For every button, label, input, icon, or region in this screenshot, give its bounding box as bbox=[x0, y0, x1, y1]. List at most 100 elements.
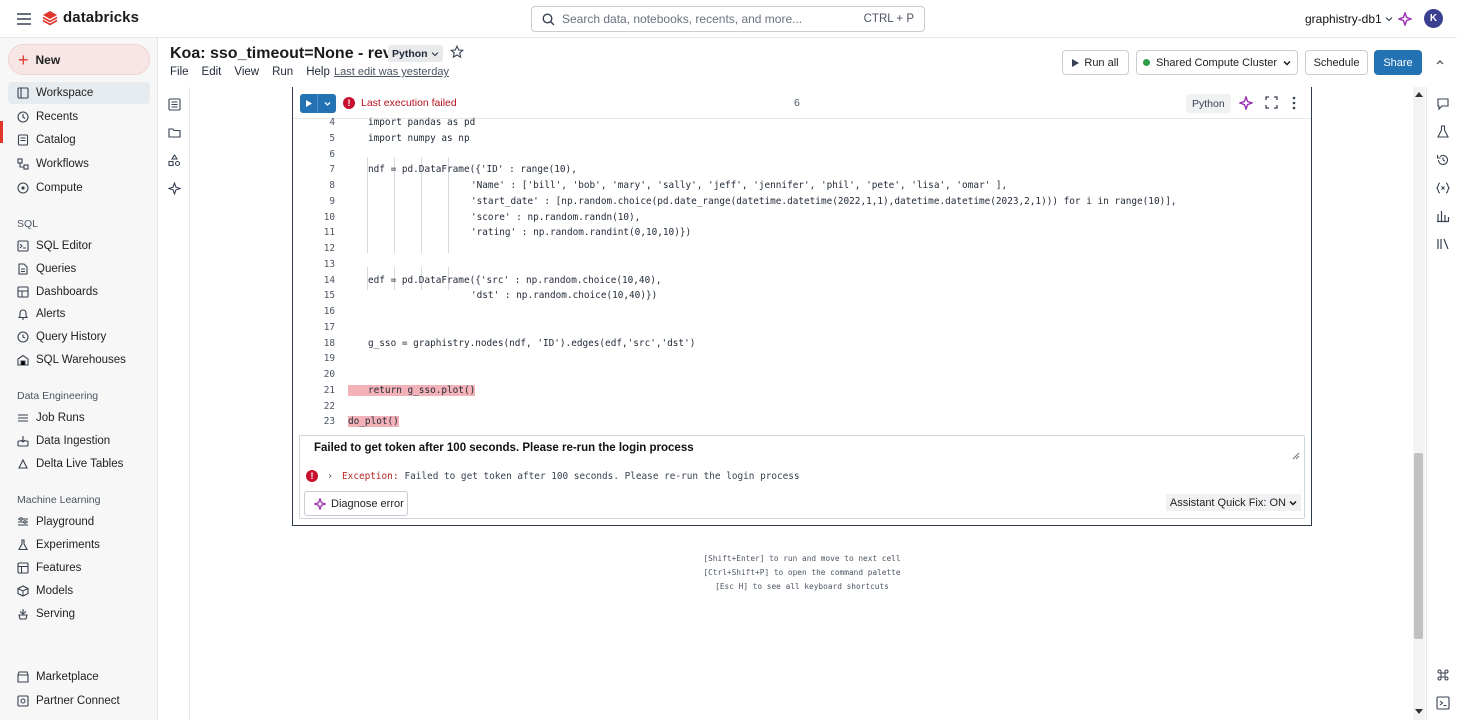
line-number: 13 bbox=[323, 259, 335, 270]
sidebar-item-serving[interactable]: Serving bbox=[8, 603, 150, 625]
sidebar-item-sql-warehouses[interactable]: SQL Warehouses bbox=[8, 349, 150, 371]
sidebar-item-delta-live-tables[interactable]: Delta Live Tables bbox=[8, 453, 150, 475]
chevron-down-icon bbox=[1385, 17, 1393, 22]
menu-edit[interactable]: Edit bbox=[202, 66, 222, 78]
notebook-cell[interactable]: ! Last execution failed 6 Python 4 5 6 7… bbox=[292, 87, 1312, 526]
more-options-icon[interactable] bbox=[1291, 96, 1297, 110]
sidebar-item-partner-connect[interactable]: Partner Connect bbox=[8, 690, 150, 712]
terminal-icon[interactable] bbox=[1436, 696, 1450, 710]
bell-icon bbox=[17, 309, 29, 320]
code-line-error-highlight: return g_sso.plot() bbox=[348, 385, 476, 396]
last-edit-link[interactable]: Last edit was yesterday bbox=[334, 66, 449, 78]
language-dropdown[interactable]: Python bbox=[388, 45, 443, 62]
sidebar-item-label: Compute bbox=[36, 182, 83, 194]
scroll-down-arrow[interactable] bbox=[1415, 709, 1423, 715]
cell-header: ! Last execution failed 6 Python bbox=[293, 87, 1311, 119]
run-all-label: Run all bbox=[1084, 56, 1119, 69]
sidebar-item-job-runs[interactable]: Job Runs bbox=[8, 407, 150, 429]
section-machine-learning: Machine Learning bbox=[17, 494, 101, 506]
new-button[interactable]: + New bbox=[8, 44, 150, 75]
workspace-switcher[interactable]: graphistry-db1 bbox=[1305, 12, 1393, 26]
menu-run[interactable]: Run bbox=[272, 66, 293, 78]
share-button[interactable]: Share bbox=[1374, 50, 1422, 75]
models-icon bbox=[17, 585, 29, 597]
sidebar-item-playground[interactable]: Playground bbox=[8, 511, 150, 533]
chevron-down-icon bbox=[1289, 500, 1297, 505]
experiment-flask-icon[interactable] bbox=[1436, 125, 1450, 139]
sidebar-item-compute[interactable]: Compute bbox=[8, 177, 150, 199]
resize-handle-icon[interactable] bbox=[1292, 452, 1300, 460]
language-label: Python bbox=[392, 47, 428, 60]
comments-icon[interactable] bbox=[1436, 97, 1450, 111]
menu-view[interactable]: View bbox=[234, 66, 259, 78]
expand-icon[interactable] bbox=[1265, 96, 1278, 109]
user-avatar[interactable]: K bbox=[1424, 9, 1443, 28]
section-data-engineering: Data Engineering bbox=[17, 390, 99, 402]
run-all-button[interactable]: Run all bbox=[1062, 50, 1129, 75]
error-icon: ! bbox=[306, 470, 318, 482]
dashboards-icon bbox=[17, 286, 29, 298]
revision-history-icon[interactable] bbox=[1436, 153, 1450, 167]
sidebar-item-experiments[interactable]: Experiments bbox=[8, 534, 150, 556]
schedule-button[interactable]: Schedule bbox=[1305, 50, 1368, 75]
run-options-dropdown[interactable] bbox=[318, 94, 336, 113]
keyboard-hints: [Shift+Enter] to run and move to next ce… bbox=[592, 552, 1012, 594]
sidebar-item-recents[interactable]: Recents bbox=[8, 106, 150, 128]
sidebar-item-workflows[interactable]: Workflows bbox=[8, 153, 150, 175]
chevron-up-icon[interactable] bbox=[1435, 58, 1445, 66]
line-number: 21 bbox=[323, 385, 335, 396]
search-bar[interactable]: Search data, notebooks, recents, and mor… bbox=[531, 6, 925, 32]
sidebar-item-marketplace[interactable]: Marketplace bbox=[8, 666, 150, 688]
assistant-quick-fix-dropdown[interactable]: Assistant Quick Fix: ON bbox=[1165, 494, 1301, 511]
sidebar-item-label: Experiments bbox=[36, 539, 100, 551]
variables-icon[interactable] bbox=[1436, 181, 1450, 195]
exception-row[interactable]: ! › Exception: Failed to get token after… bbox=[306, 470, 800, 482]
menu-file[interactable]: File bbox=[170, 66, 189, 78]
sidebar-item-dashboards[interactable]: Dashboards bbox=[8, 281, 150, 303]
hint-line: [Shift+Enter] to run and move to next ce… bbox=[703, 554, 901, 563]
assistant-sparkle-icon[interactable] bbox=[1239, 96, 1253, 110]
error-icon: ! bbox=[343, 97, 355, 109]
error-title: Failed to get token after 100 seconds. P… bbox=[314, 442, 694, 454]
menu-help[interactable]: Help bbox=[306, 66, 330, 78]
sidebar-item-models[interactable]: Models bbox=[8, 580, 150, 602]
line-number: 22 bbox=[323, 401, 335, 412]
assistant-icon[interactable] bbox=[168, 182, 181, 195]
sidebar-item-queries[interactable]: Queries bbox=[8, 258, 150, 280]
scroll-up-arrow[interactable] bbox=[1415, 91, 1423, 97]
table-of-contents-icon[interactable] bbox=[168, 98, 181, 111]
sidebar-item-label: SQL Warehouses bbox=[36, 354, 126, 366]
sidebar-item-query-history[interactable]: Query History bbox=[8, 326, 150, 348]
sidebar-item-label: SQL Editor bbox=[36, 240, 92, 252]
quick-fix-label: Assistant Quick Fix: ON bbox=[1169, 496, 1286, 509]
job-runs-icon bbox=[18, 414, 28, 422]
keyboard-shortcuts-icon[interactable] bbox=[1436, 668, 1450, 682]
scrollbar-thumb[interactable] bbox=[1414, 453, 1423, 639]
cell-language-tag[interactable]: Python bbox=[1186, 94, 1231, 113]
chevron-right-icon[interactable]: › bbox=[327, 471, 333, 482]
libraries-icon[interactable] bbox=[1436, 237, 1450, 251]
menu-icon[interactable] bbox=[16, 11, 32, 27]
run-cell-button[interactable] bbox=[300, 94, 336, 113]
section-sql: SQL bbox=[17, 218, 39, 230]
sidebar-item-features[interactable]: Features bbox=[8, 557, 150, 579]
sidebar-item-catalog[interactable]: Catalog bbox=[8, 129, 150, 151]
star-icon[interactable] bbox=[450, 45, 464, 59]
assistant-sparkle-icon[interactable] bbox=[1398, 12, 1412, 26]
cluster-selector[interactable]: Shared Compute Cluster bbox=[1136, 50, 1298, 75]
active-indicator bbox=[0, 121, 3, 143]
workflows-icon bbox=[17, 158, 29, 170]
bar-chart-icon[interactable] bbox=[1436, 209, 1450, 223]
sidebar-item-workspace[interactable]: Workspace bbox=[8, 82, 150, 104]
notebook-title[interactable]: Koa: sso_timeout=None - rev5 bbox=[170, 45, 401, 63]
folder-icon[interactable] bbox=[168, 126, 181, 139]
sidebar-item-label: Delta Live Tables bbox=[36, 458, 124, 470]
catalog-shapes-icon[interactable] bbox=[168, 154, 181, 167]
databricks-logo[interactable]: databricks bbox=[42, 9, 139, 26]
code-line: 'dst' : np.random.choice(10,40)}) bbox=[471, 290, 658, 301]
sidebar-item-sql-editor[interactable]: SQL Editor bbox=[8, 235, 150, 257]
code-line: 'score' : np.random.randn(10), bbox=[471, 212, 641, 223]
diagnose-error-button[interactable]: Diagnose error bbox=[304, 491, 408, 516]
sidebar-item-alerts[interactable]: Alerts bbox=[8, 303, 150, 325]
sidebar-item-data-ingestion[interactable]: Data Ingestion bbox=[8, 430, 150, 452]
